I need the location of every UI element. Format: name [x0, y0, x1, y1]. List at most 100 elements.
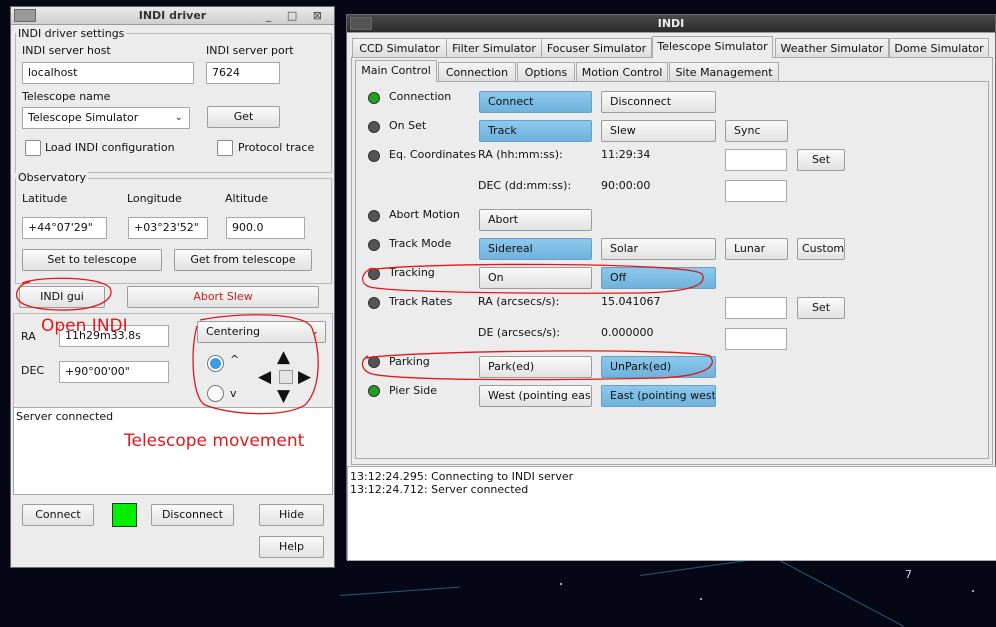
load-config-checkbox[interactable] — [25, 140, 41, 156]
get-button[interactable]: Get — [207, 106, 280, 128]
indi-driver-window: INDI driver _ □ ⊠ INDI driver settings I… — [10, 6, 335, 568]
tab-site-management[interactable]: Site Management — [669, 62, 779, 82]
protocol-trace-checkbox[interactable] — [217, 140, 233, 156]
telescope-movement-annotation: Telescope movement — [124, 431, 305, 451]
slew-button[interactable]: Slew — [601, 120, 716, 142]
connect-toggle-button[interactable]: Connect — [479, 91, 592, 113]
stop-button[interactable] — [279, 370, 293, 384]
dec-input[interactable]: +90°00'00" — [59, 361, 169, 383]
disconnect-toggle-button[interactable]: Disconnect — [601, 91, 716, 113]
eq-ra-value: 11:29:34 — [601, 148, 651, 161]
unpark-button[interactable]: UnPark(ed) — [601, 356, 716, 378]
tab-connection[interactable]: Connection — [438, 62, 516, 82]
eq-set-button[interactable]: Set — [797, 149, 845, 171]
telescope-name-value: Telescope Simulator — [28, 111, 139, 124]
hide-button[interactable]: Hide — [259, 504, 324, 526]
status-text: Server connected — [16, 410, 114, 423]
set-to-telescope-button[interactable]: Set to telescope — [22, 249, 162, 271]
rate-de-value: 0.000000 — [601, 326, 654, 339]
tab-ccd-simulator[interactable]: CCD Simulator — [352, 38, 447, 58]
sidereal-button[interactable]: Sidereal — [479, 238, 592, 260]
arrow-up-icon[interactable]: ▲ — [277, 349, 290, 366]
server-host-input[interactable]: localhost — [22, 62, 194, 84]
tab-motion-control[interactable]: Motion Control — [576, 62, 668, 82]
on-set-led — [368, 121, 380, 133]
connection-label: Connection — [389, 90, 452, 103]
tab-filter-simulator[interactable]: Filter Simulator — [446, 38, 542, 58]
constellation-line — [779, 560, 904, 627]
parking-led — [368, 356, 380, 368]
radio-up-label: ^ — [230, 353, 240, 366]
eq-dec-input[interactable] — [725, 180, 787, 202]
radio-selected-dot — [210, 358, 221, 369]
telescope-name-select[interactable]: Telescope Simulator ⌄ — [22, 107, 190, 129]
tab-main-control[interactable]: Main Control — [355, 60, 437, 82]
tab-options[interactable]: Options — [517, 62, 575, 82]
rate-ra-label: RA (arcsecs/s): — [478, 295, 560, 308]
lunar-button[interactable]: Lunar — [725, 238, 788, 260]
abort-slew-button[interactable]: Abort Slew — [127, 286, 319, 308]
abort-button[interactable]: Abort — [479, 209, 592, 231]
indi-gui-button[interactable]: INDI gui — [19, 286, 105, 308]
app-icon — [14, 9, 36, 22]
centering-select[interactable]: Centering ⌄ — [197, 321, 326, 343]
tab-focuser-simulator[interactable]: Focuser Simulator — [541, 38, 652, 58]
arrow-down-icon[interactable]: ▼ — [277, 388, 290, 405]
message-log: 13:12:24.295: Connecting to INDI server 1… — [347, 466, 996, 561]
driver-window-title: INDI driver — [138, 9, 207, 22]
track-mode-label: Track Mode — [389, 237, 452, 250]
on-set-label: On Set — [389, 119, 427, 132]
eq-ra-input[interactable] — [725, 149, 787, 171]
eq-dec-value: 90:00:00 — [601, 179, 651, 192]
tab-dome-simulator[interactable]: Dome Simulator — [889, 38, 989, 58]
connect-button[interactable]: Connect — [22, 504, 94, 526]
tracking-label: Tracking — [389, 266, 435, 279]
get-from-telescope-button[interactable]: Get from telescope — [174, 249, 312, 271]
help-button[interactable]: Help — [259, 536, 324, 558]
custom-button[interactable]: Custom — [797, 238, 845, 260]
longitude-input[interactable]: +03°23'52" — [128, 217, 208, 239]
arrow-right-icon[interactable]: ▶ — [298, 369, 311, 386]
connection-status-indicator — [112, 503, 137, 527]
tracking-led — [368, 268, 380, 280]
pier-side-label: Pier Side — [389, 384, 438, 397]
observatory-title: Observatory — [16, 171, 88, 184]
disconnect-button[interactable]: Disconnect — [151, 504, 234, 526]
protocol-trace-label: Protocol trace — [238, 141, 315, 154]
arrow-left-icon[interactable]: ◀ — [258, 369, 271, 386]
solar-button[interactable]: Solar — [601, 238, 716, 260]
app-icon — [350, 17, 372, 30]
tab-weather-simulator[interactable]: Weather Simulator — [775, 38, 889, 58]
altitude-input[interactable]: 900.0 — [226, 217, 305, 239]
tracking-off-button[interactable]: Off — [601, 267, 716, 289]
latitude-input[interactable]: +44°07'29" — [22, 217, 107, 239]
indi-titlebar: INDI — [347, 15, 995, 33]
chevron-down-icon: ⌄ — [310, 326, 319, 337]
open-indi-annotation: Open INDI — [41, 316, 128, 336]
sync-button[interactable]: Sync — [725, 120, 788, 142]
track-button[interactable]: Track — [479, 120, 592, 142]
tab-telescope-simulator[interactable]: Telescope Simulator — [652, 36, 773, 58]
abort-motion-label: Abort Motion — [389, 208, 460, 221]
rate-ra-input[interactable] — [725, 297, 787, 319]
rate-ra-value: 15.041067 — [601, 295, 661, 308]
telescope-name-label: Telescope name — [22, 90, 111, 103]
eq-dec-label: DEC (dd:mm:ss): — [478, 179, 572, 192]
radio-down-label: v — [230, 387, 237, 400]
window-control-icons[interactable]: _ □ ⊠ — [266, 7, 328, 24]
park-button[interactable]: Park(ed) — [479, 356, 592, 378]
track-mode-led — [368, 239, 380, 251]
latitude-label: Latitude — [22, 192, 68, 205]
pier-west-button[interactable]: West (pointing east) — [479, 385, 592, 407]
server-port-input[interactable]: 7624 — [206, 62, 280, 84]
log-line: 13:12:24.295: Connecting to INDI server — [350, 470, 574, 483]
pier-east-button[interactable]: East (pointing west) — [601, 385, 716, 407]
rate-de-input[interactable] — [725, 328, 787, 350]
rates-set-button[interactable]: Set — [797, 297, 845, 319]
radio-up[interactable] — [207, 355, 224, 372]
pier-side-led — [368, 385, 380, 397]
tracking-on-button[interactable]: On — [479, 267, 592, 289]
indi-control-panel-window: INDI CCD Simulator Filter Simulator Focu… — [346, 14, 996, 561]
star — [972, 590, 974, 592]
radio-down[interactable] — [207, 385, 224, 402]
